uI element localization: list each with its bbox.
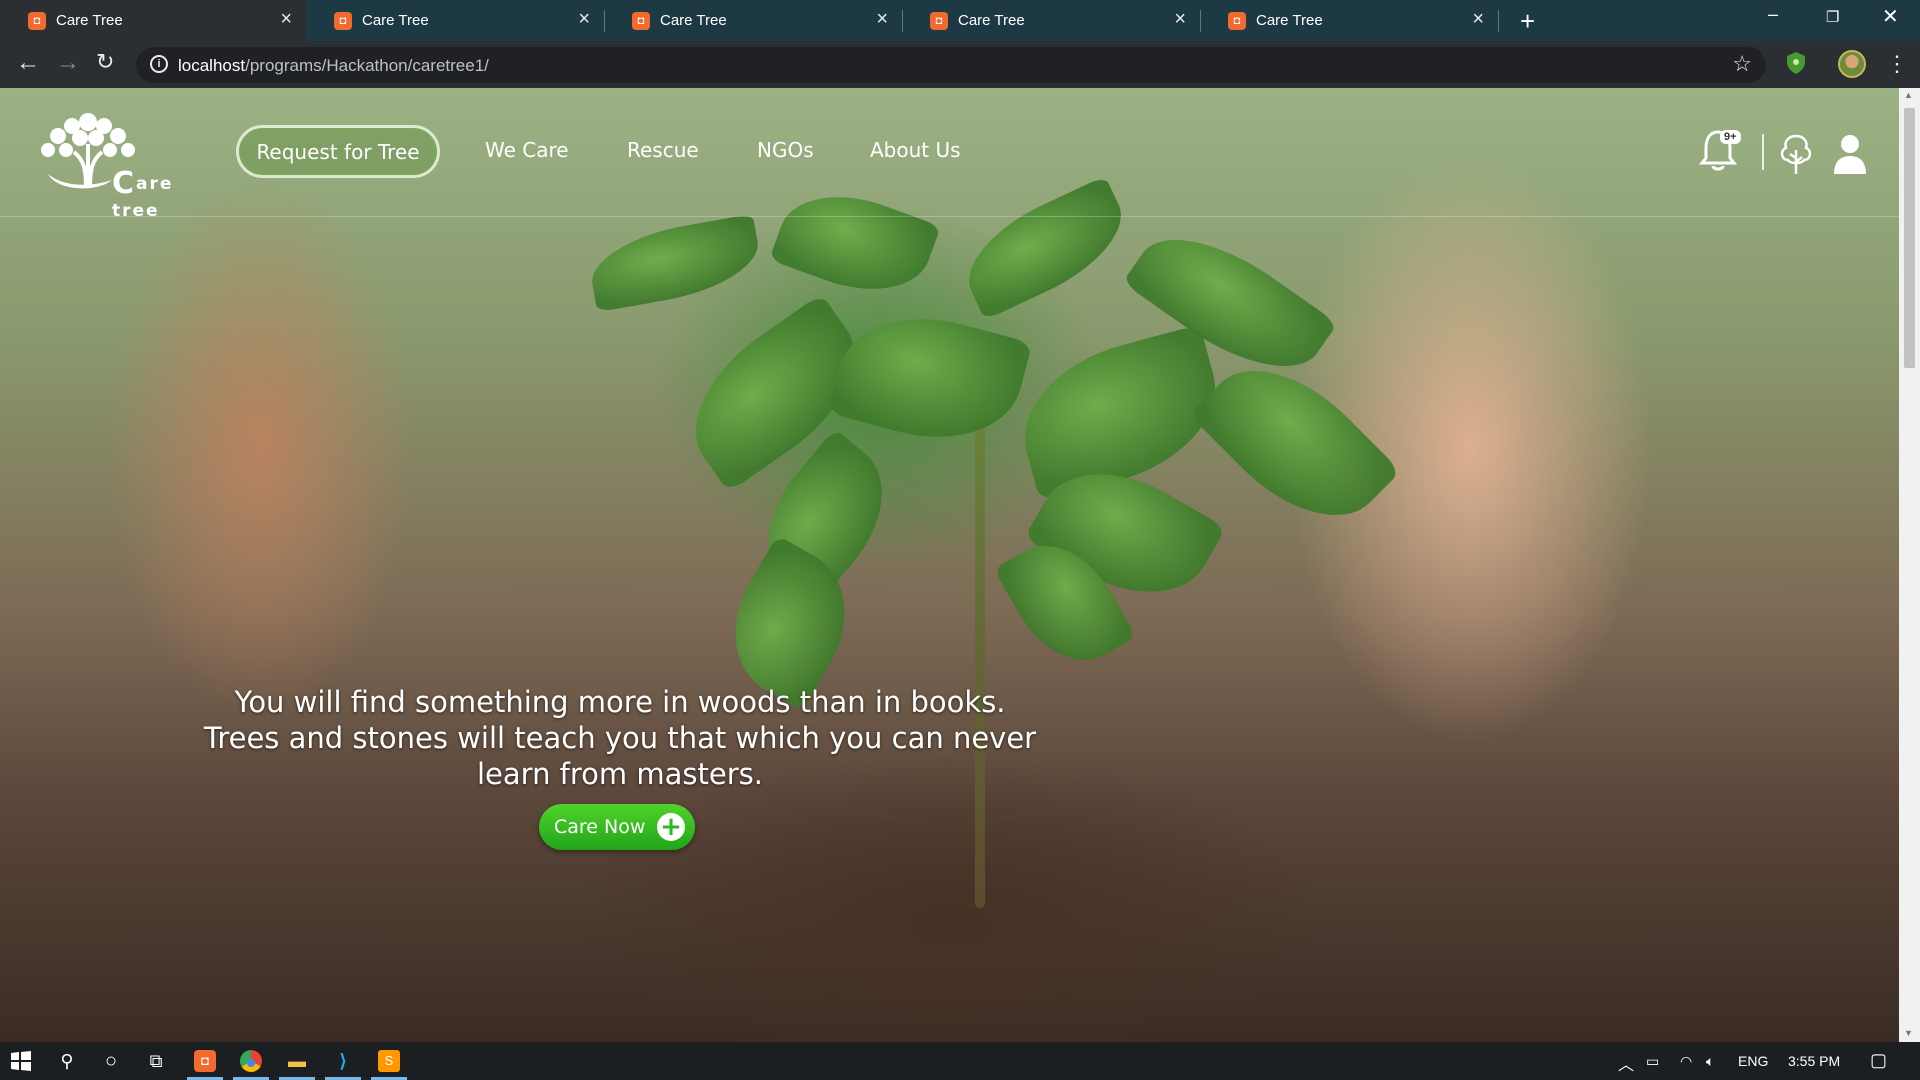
action-center-icon[interactable]: ▢ xyxy=(1870,1050,1887,1071)
chrome-app-icon[interactable] xyxy=(240,1050,262,1072)
browser-menu-icon[interactable]: ⋮ xyxy=(1886,51,1908,77)
windows-taskbar: ⚲ ○ ⧉ ◘ ▬ ⟩ S ︿ ▭ ◠ 🔈︎ ENG 3:55 PM ▢ xyxy=(0,1042,1920,1080)
tab-title: Care Tree xyxy=(660,12,727,29)
scroll-up-arrow-icon[interactable]: ▲ xyxy=(1904,90,1913,100)
plant-leaf xyxy=(585,213,765,313)
tab-title: Care Tree xyxy=(362,12,429,29)
browser-tab-1[interactable]: ◘ Care Tree × xyxy=(0,0,306,41)
clock[interactable]: 3:55 PM xyxy=(1788,1053,1840,1069)
plant-stem xyxy=(975,348,985,908)
plant-leaf xyxy=(827,296,1033,460)
restore-icon[interactable]: ❐ xyxy=(1826,8,1839,26)
hero-quote: You will find something more in woods th… xyxy=(170,684,1070,792)
url-text: localhost/programs/Hackathon/caretree1/ xyxy=(178,56,489,76)
plus-circle-icon: + xyxy=(657,813,685,841)
minimize-icon[interactable]: – xyxy=(1768,4,1778,25)
plant-leaf xyxy=(951,175,1139,321)
back-icon[interactable]: ← xyxy=(16,49,40,77)
care-tree-logo[interactable]: Care tree xyxy=(28,104,218,221)
user-icon[interactable] xyxy=(1832,132,1868,176)
tab-title: Care Tree xyxy=(958,12,1025,29)
scrollbar-thumb[interactable] xyxy=(1904,108,1915,368)
quote-line-2: Trees and stones will teach you that whi… xyxy=(203,721,1037,755)
close-icon[interactable]: × xyxy=(1174,8,1186,30)
header-divider xyxy=(0,216,1899,217)
new-tab-button[interactable]: + xyxy=(1520,6,1535,37)
care-tree-favicon-icon: ◘ xyxy=(930,12,948,30)
close-icon[interactable]: × xyxy=(280,8,292,30)
nav-link-rescue[interactable]: Rescue xyxy=(627,138,699,162)
nav-link-ngos[interactable]: NGOs xyxy=(757,138,814,162)
tab-title: Care Tree xyxy=(56,12,123,29)
care-now-label: Care Now xyxy=(554,816,646,838)
browser-tab-5[interactable]: ◘ Care Tree × xyxy=(1200,0,1498,41)
bookmark-star-icon[interactable]: ☆ xyxy=(1732,51,1752,77)
logo-wordmark: Care tree xyxy=(112,166,218,221)
care-tree-favicon-icon: ◘ xyxy=(1228,12,1246,30)
forward-icon[interactable]: → xyxy=(56,49,80,77)
wifi-icon[interactable]: ◠ xyxy=(1680,1053,1692,1070)
tab-separator xyxy=(1498,10,1499,32)
site-info-icon[interactable]: i xyxy=(150,55,168,73)
close-icon[interactable]: × xyxy=(876,8,888,30)
language-indicator[interactable]: ENG xyxy=(1738,1053,1768,1069)
file-explorer-icon[interactable]: ▬ xyxy=(286,1050,308,1072)
notification-badge: 9+ xyxy=(1720,130,1741,144)
browser-tab-4[interactable]: ◘ Care Tree × xyxy=(902,0,1200,41)
close-icon[interactable]: × xyxy=(578,8,590,30)
extension-shield-icon[interactable] xyxy=(1786,51,1806,75)
close-icon[interactable]: × xyxy=(1472,8,1484,30)
cortana-icon[interactable]: ○ xyxy=(100,1050,122,1072)
nav-link-we-care[interactable]: We Care xyxy=(485,138,569,162)
task-view-icon[interactable]: ⧉ xyxy=(145,1050,167,1072)
quote-line-1: You will find something more in woods th… xyxy=(234,685,1006,719)
tray-overflow-icon[interactable]: ︿ xyxy=(1618,1051,1634,1075)
reload-icon[interactable]: ↻ xyxy=(96,49,114,75)
address-bar[interactable]: i localhost/programs/Hackathon/caretree1… xyxy=(136,47,1766,83)
care-tree-favicon-icon: ◘ xyxy=(334,12,352,30)
care-tree-favicon-icon: ◘ xyxy=(632,12,650,30)
tree-icon[interactable] xyxy=(1778,132,1814,176)
quote-line-3: learn from masters. xyxy=(477,757,763,791)
plant-leaf xyxy=(769,175,941,311)
page-scrollbar[interactable]: ▲ ▼ xyxy=(1899,88,1920,1042)
care-now-button[interactable]: Care Now + xyxy=(539,804,695,850)
hero-section: Care tree Request for Tree We Care Rescu… xyxy=(0,88,1899,1042)
browser-tab-2[interactable]: ◘ Care Tree × xyxy=(306,0,604,41)
close-window-icon[interactable]: ✕ xyxy=(1882,4,1899,29)
browser-toolbar: ← → ↻ i localhost/programs/Hackathon/car… xyxy=(0,41,1920,88)
browser-tab-3[interactable]: ◘ Care Tree × xyxy=(604,0,902,41)
url-host: localhost xyxy=(178,56,246,75)
url-path: /programs/Hackathon/caretree1/ xyxy=(245,56,489,75)
nav-link-about-us[interactable]: About Us xyxy=(870,138,961,162)
request-for-tree-button[interactable]: Request for Tree xyxy=(236,125,440,178)
tab-strip: ◘ Care Tree × ◘ Care Tree × ◘ Care Tree … xyxy=(0,0,1920,41)
search-icon[interactable]: ⚲ xyxy=(56,1050,78,1072)
plant-leaf xyxy=(1188,336,1402,550)
tab-title: Care Tree xyxy=(1256,12,1323,29)
scroll-down-arrow-icon[interactable]: ▼ xyxy=(1904,1028,1913,1038)
vscode-app-icon[interactable]: ⟩ xyxy=(332,1050,354,1072)
volume-icon[interactable]: 🔈︎ xyxy=(1706,1053,1714,1070)
care-tree-favicon-icon: ◘ xyxy=(28,12,46,30)
profile-avatar[interactable] xyxy=(1838,50,1866,78)
icon-divider xyxy=(1762,134,1764,170)
xampp-app-icon[interactable]: ◘ xyxy=(194,1050,216,1072)
logo-initial: C xyxy=(112,166,137,201)
sublime-app-icon[interactable]: S xyxy=(378,1050,400,1072)
battery-icon[interactable]: ▭ xyxy=(1646,1053,1659,1070)
windows-start-icon[interactable] xyxy=(10,1050,32,1072)
